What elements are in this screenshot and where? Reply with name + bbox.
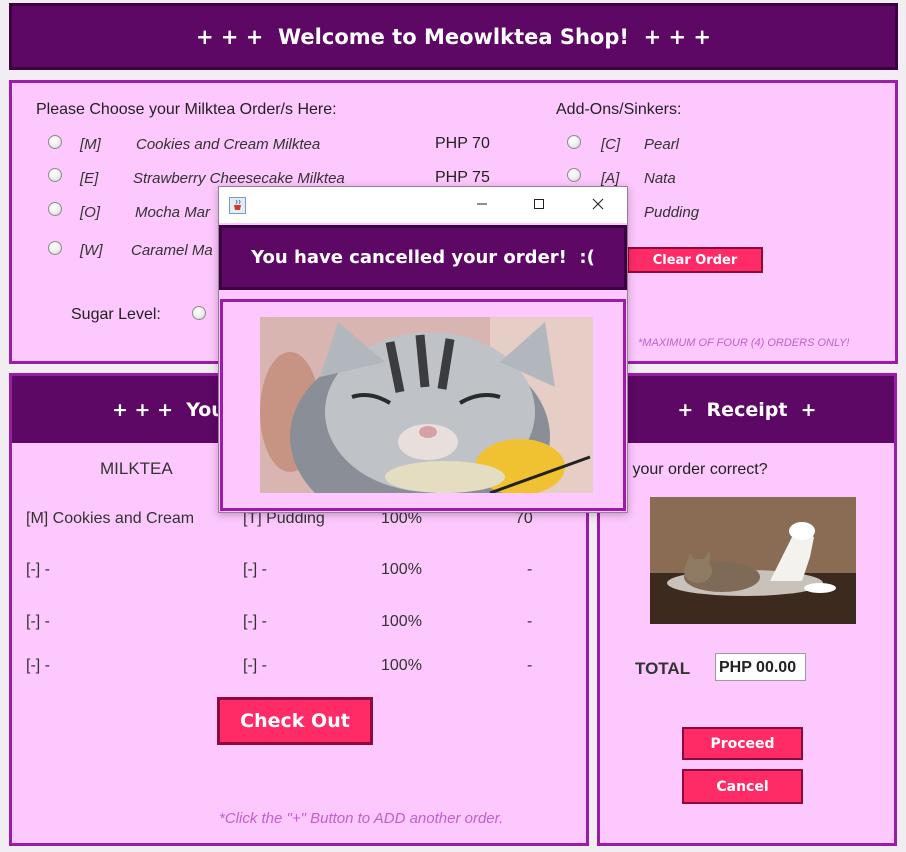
radio-sugar-level[interactable] <box>192 306 206 320</box>
thumbs-up-cat-image <box>650 497 856 624</box>
title-banner: + + + Welcome to Meowlktea Shop! + + + <box>9 3 898 70</box>
check-out-button[interactable]: Check Out <box>217 697 373 745</box>
receipt-header: + Receipt + <box>600 376 894 443</box>
milktea-price: PHP 75 <box>435 169 490 186</box>
order-row-sugar: 100% <box>381 561 422 578</box>
close-icon[interactable] <box>575 187 621 221</box>
proceed-button[interactable]: Proceed <box>682 727 803 760</box>
minimize-icon[interactable] <box>459 187 505 221</box>
milktea-code: [O] <box>80 204 101 221</box>
dialog-titlebar[interactable] <box>219 187 627 223</box>
app-title: + + + Welcome to Meowlktea Shop! + + + <box>195 24 711 49</box>
column-milktea-header: MILKTEA <box>100 459 173 478</box>
receipt-title: + Receipt + <box>677 398 817 421</box>
order-heading: Please Choose your Milktea Order/s Here: <box>36 101 337 118</box>
sleepy-kitten-photo <box>260 317 593 493</box>
addon-code: [C] <box>601 136 621 153</box>
add-order-note: *Click the "+" Button to ADD another ord… <box>219 810 504 827</box>
radio-milktea-w[interactable] <box>48 241 62 255</box>
clear-order-button[interactable]: Clear Order <box>627 247 763 273</box>
order-row-addon: [-] - <box>243 657 267 674</box>
addons-heading: Add-Ons/Sinkers: <box>556 101 682 118</box>
radio-milktea-o[interactable] <box>48 202 62 216</box>
order-row-milktea: [-] - <box>26 561 50 578</box>
radio-milktea-e[interactable] <box>48 168 62 182</box>
order-row-addon: [-] - <box>243 613 267 630</box>
total-value-field[interactable]: PHP 00.00 <box>715 653 806 681</box>
cancel-button[interactable]: Cancel <box>682 769 803 804</box>
maximize-icon[interactable] <box>516 187 562 221</box>
order-row-milktea: [-] - <box>26 613 50 630</box>
milktea-code: [M] <box>80 136 101 153</box>
order-row-sugar: 100% <box>381 657 422 674</box>
radio-addon-nata[interactable] <box>567 168 581 182</box>
addon-name: Nata <box>644 170 676 187</box>
milktea-name: Mocha Mar <box>135 204 211 221</box>
your-order-title: + + + Your <box>112 398 235 421</box>
dialog-message: You have cancelled your order! :( <box>251 247 595 268</box>
milktea-code: [E] <box>80 170 99 187</box>
dialog-message-banner: You have cancelled your order! :( <box>219 225 627 290</box>
sugar-level-label: Sugar Level: <box>71 306 161 323</box>
order-row-milktea: [M] Cookies and Cream <box>26 510 195 527</box>
milktea-price: PHP 70 <box>435 135 490 152</box>
order-row-price: - <box>527 657 533 674</box>
java-coffee-cup-icon <box>229 197 246 214</box>
order-row-milktea: [-] - <box>26 657 50 674</box>
milktea-code: [W] <box>80 242 103 259</box>
addon-code: [A] <box>601 170 620 187</box>
milktea-name: Cookies and Cream Milktea <box>136 136 321 153</box>
radio-milktea-m[interactable] <box>48 135 62 149</box>
order-row-sugar: 100% <box>381 613 422 630</box>
milktea-name: Caramel Ma <box>131 242 213 259</box>
receipt-question: s your order correct? <box>620 461 768 478</box>
dialog-image-frame <box>220 299 626 511</box>
total-label: TOTAL <box>635 659 691 678</box>
order-row-price: - <box>527 613 533 630</box>
order-row-price: - <box>527 561 533 578</box>
addon-name: Pearl <box>644 136 680 153</box>
addon-name: Pudding <box>644 204 700 221</box>
cancel-dialog: You have cancelled your order! :( <box>218 186 628 513</box>
milktea-name: Strawberry Cheesecake Milktea <box>133 170 345 187</box>
order-row-addon: [-] - <box>243 561 267 578</box>
max-orders-note: *MAXIMUM OF FOUR (4) ORDERS ONLY! <box>638 337 850 349</box>
radio-addon-pearl[interactable] <box>567 135 581 149</box>
